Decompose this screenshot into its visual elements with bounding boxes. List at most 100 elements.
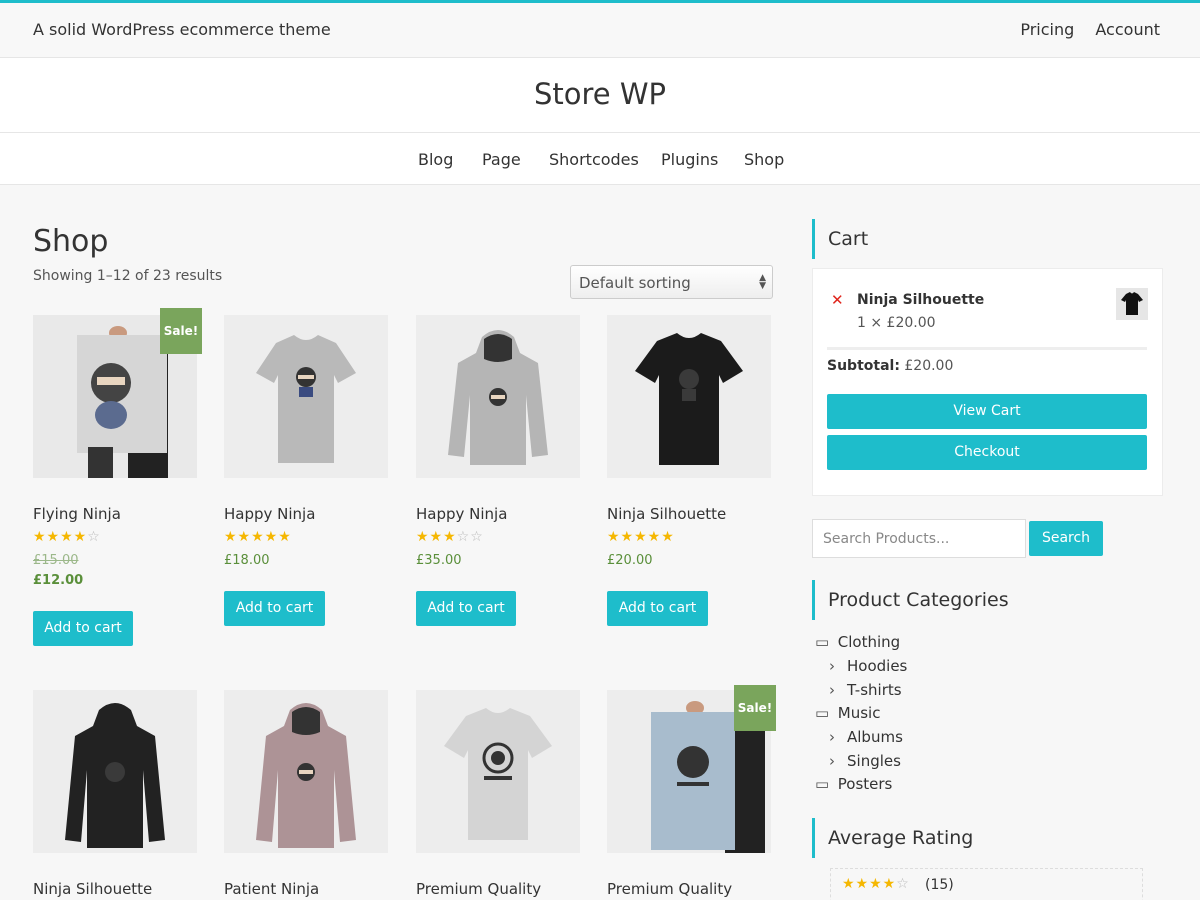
- site-header: Store WP: [0, 58, 1200, 133]
- category-hoodies[interactable]: › Hoodies: [829, 657, 907, 675]
- tshirt-image-icon: [224, 315, 388, 478]
- top-links: Pricing Account: [1004, 20, 1160, 39]
- hoodie-image-icon: [416, 315, 580, 478]
- hoodie-image-icon: [224, 690, 388, 853]
- product-image[interactable]: [33, 690, 197, 853]
- product-name[interactable]: Ninja Silhouette: [607, 505, 726, 523]
- product-image[interactable]: [416, 315, 580, 478]
- product-price: £20.00: [607, 553, 653, 568]
- site-tagline: A solid WordPress ecommerce theme: [33, 20, 331, 39]
- star-rating: ★★★★★: [607, 529, 675, 545]
- tshirt-image-icon: [607, 315, 771, 478]
- page-title: Shop: [33, 224, 109, 259]
- cart-item-thumbnail[interactable]: [1116, 288, 1148, 320]
- product-card[interactable]: Happy Ninja ★★★★★ £18.00 Add to cart: [224, 315, 388, 626]
- folder-icon: ▭: [815, 704, 830, 722]
- search-input[interactable]: Search Products...: [812, 519, 1026, 558]
- category-label: T-shirts: [847, 681, 902, 699]
- add-to-cart-button[interactable]: Add to cart: [416, 591, 516, 626]
- rating-count: (15): [925, 877, 954, 893]
- product-name[interactable]: Premium Quality: [416, 880, 541, 898]
- product-card[interactable]: Ninja Silhouette: [33, 690, 197, 898]
- tshirt-icon: [1121, 292, 1143, 315]
- chevron-right-icon: ›: [829, 728, 835, 746]
- hoodie-image-icon: [33, 690, 197, 853]
- product-card[interactable]: Patient Ninja: [224, 690, 388, 898]
- product-name[interactable]: Ninja Silhouette: [33, 880, 152, 898]
- chevron-right-icon: ›: [829, 681, 835, 699]
- sale-badge: Sale!: [160, 308, 202, 354]
- product-image[interactable]: [224, 315, 388, 478]
- cart-widget-title: Cart: [812, 219, 868, 259]
- average-rating-widget-title: Average Rating: [812, 818, 973, 858]
- folder-icon: ▭: [815, 775, 830, 793]
- product-card[interactable]: Premium Quality: [416, 690, 580, 898]
- select-arrows-icon: ▲ ▼: [759, 273, 766, 291]
- star-rating[interactable]: ★★★★☆: [842, 876, 910, 892]
- subtotal-value: £20.00: [904, 358, 954, 374]
- star-rating: ★★★★☆: [33, 529, 101, 545]
- nav-item-plugins[interactable]: Plugins: [661, 150, 718, 169]
- tshirt-image-icon: [416, 690, 580, 853]
- category-music[interactable]: ▭ Music: [815, 704, 880, 722]
- nav-item-page[interactable]: Page: [482, 150, 521, 169]
- nav-item-blog[interactable]: Blog: [418, 150, 453, 169]
- product-card[interactable]: Happy Ninja ★★★☆☆ £35.00 Add to cart: [416, 315, 580, 626]
- category-posters[interactable]: ▭ Posters: [815, 775, 892, 793]
- star-rating: ★★★★★: [224, 529, 292, 545]
- folder-icon: ▭: [815, 633, 830, 651]
- cart-subtotal: Subtotal: £20.00: [827, 358, 953, 374]
- cart-item-qty: 1 × £20.00: [857, 315, 936, 331]
- category-label: Clothing: [837, 633, 901, 651]
- product-name[interactable]: Premium Quality: [607, 880, 732, 898]
- product-image[interactable]: [416, 690, 580, 853]
- cart-widget: ✕ Ninja Silhouette 1 × £20.00 Subtotal: …: [812, 268, 1163, 496]
- product-name[interactable]: Happy Ninja: [224, 505, 315, 523]
- star-rating: ★★★☆☆: [416, 529, 484, 545]
- chevron-right-icon: ›: [829, 657, 835, 675]
- product-price: £35.00: [416, 553, 462, 568]
- product-image[interactable]: [224, 690, 388, 853]
- category-label: Albums: [847, 728, 903, 746]
- checkout-button[interactable]: Checkout: [827, 435, 1147, 470]
- category-label: Singles: [847, 752, 901, 770]
- result-count: Showing 1–12 of 23 results: [33, 268, 223, 284]
- chevron-right-icon: ›: [829, 752, 835, 770]
- category-albums[interactable]: › Albums: [829, 728, 903, 746]
- category-label: Hoodies: [847, 657, 908, 675]
- category-singles[interactable]: › Singles: [829, 752, 901, 770]
- category-label: Posters: [837, 775, 893, 793]
- sale-badge: Sale!: [734, 685, 776, 731]
- category-clothing[interactable]: ▭ Clothing: [815, 633, 900, 651]
- product-card[interactable]: Sale! Flying Ninja ★★★★☆ £15.00 £12.00 A…: [33, 308, 202, 646]
- nav-item-shortcodes[interactable]: Shortcodes: [549, 150, 639, 169]
- category-tshirts[interactable]: › T-shirts: [829, 681, 902, 699]
- top-bar: A solid WordPress ecommerce theme Pricin…: [0, 3, 1200, 58]
- cart-divider: [827, 347, 1147, 350]
- pricing-link[interactable]: Pricing: [1020, 20, 1074, 39]
- product-card[interactable]: Sale! Premium Quality: [607, 685, 776, 898]
- product-card[interactable]: Ninja Silhouette ★★★★★ £20.00 Add to car…: [607, 315, 771, 626]
- cart-item-name[interactable]: Ninja Silhouette: [857, 292, 984, 308]
- add-to-cart-button[interactable]: Add to cart: [607, 591, 708, 626]
- sorting-select[interactable]: Default sorting ▲ ▼: [570, 265, 773, 299]
- product-price: £18.00: [224, 553, 270, 568]
- view-cart-button[interactable]: View Cart: [827, 394, 1147, 429]
- add-to-cart-button[interactable]: Add to cart: [33, 611, 133, 646]
- product-image[interactable]: [607, 315, 771, 478]
- add-to-cart-button[interactable]: Add to cart: [224, 591, 325, 626]
- sorting-value: Default sorting: [579, 274, 691, 292]
- nav-item-shop[interactable]: Shop: [744, 150, 784, 169]
- product-old-price: £15.00: [33, 553, 79, 568]
- product-price: £12.00: [33, 573, 84, 588]
- site-title[interactable]: Store WP: [0, 77, 1200, 111]
- main-nav: Blog Page Shortcodes Plugins Shop: [0, 133, 1200, 185]
- account-link[interactable]: Account: [1095, 20, 1160, 39]
- categories-widget-title: Product Categories: [812, 580, 1009, 620]
- product-name[interactable]: Happy Ninja: [416, 505, 507, 523]
- remove-icon[interactable]: ✕: [831, 291, 844, 309]
- category-label: Music: [837, 704, 881, 722]
- product-name[interactable]: Patient Ninja: [224, 880, 319, 898]
- search-button[interactable]: Search: [1029, 521, 1103, 556]
- product-name[interactable]: Flying Ninja: [33, 505, 121, 523]
